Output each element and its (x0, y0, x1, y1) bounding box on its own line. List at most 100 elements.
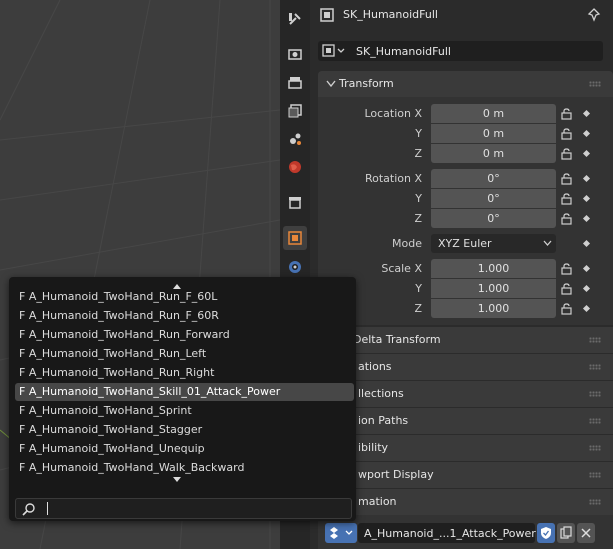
fake-user-button[interactable] (537, 523, 555, 543)
list-item[interactable]: F A_Humanoid_TwoHand_Run_Left (15, 345, 354, 363)
lock-icon[interactable] (560, 128, 574, 140)
scale-y-field[interactable]: 1.000 (431, 279, 556, 298)
duplicate-action-button[interactable] (557, 523, 575, 543)
panel-title: ations (358, 360, 392, 373)
list-item[interactable]: F A_Humanoid_TwoHand_Run_F_60R (15, 307, 354, 325)
list-item[interactable]: F A_Humanoid_TwoHand_Run_F_60L (15, 288, 354, 306)
object-type-dropdown-icon[interactable] (322, 44, 346, 58)
object-name: SK_HumanoidFull (343, 8, 438, 21)
properties-header: SK_HumanoidFull (310, 0, 613, 30)
collection-tab[interactable] (283, 190, 307, 214)
panel-viewport-display[interactable]: wport Display (318, 462, 613, 488)
panel-visibility[interactable]: ibility (318, 435, 613, 461)
list-item[interactable]: F A_Humanoid_TwoHand_Run_Right (15, 364, 354, 382)
lock-icon[interactable] (560, 263, 574, 275)
lock-icon[interactable] (560, 303, 574, 315)
drag-grip-icon[interactable] (589, 418, 601, 424)
object-tab[interactable] (283, 226, 307, 250)
lock-icon[interactable] (560, 193, 574, 205)
render-icon (288, 49, 302, 60)
location-x-label: Location X (364, 107, 422, 120)
lock-icon[interactable] (560, 173, 574, 185)
transform-panel-header[interactable]: Transform (318, 71, 613, 97)
world-icon (289, 161, 301, 173)
unlink-action-button[interactable] (577, 523, 595, 543)
drag-grip-icon[interactable] (589, 81, 601, 87)
panel-title: Delta Transform (353, 333, 441, 346)
lock-icon[interactable] (560, 213, 574, 225)
lock-icon[interactable] (560, 283, 574, 295)
search-icon (22, 503, 35, 516)
collection-icon (289, 197, 301, 209)
list-item[interactable]: F A_Humanoid_TwoHand_Run_Forward (15, 326, 354, 344)
drag-grip-icon[interactable] (589, 445, 601, 451)
action-row: A_Humanoid_...1_Attack_Power (318, 520, 603, 546)
scale-x-label: Scale X (381, 262, 422, 275)
panel-collections[interactable]: llections (318, 381, 613, 407)
panel-motion-paths[interactable]: ion Paths (318, 408, 613, 434)
drag-grip-icon[interactable] (589, 364, 601, 370)
output-icon (288, 77, 302, 89)
drag-grip-icon[interactable] (589, 337, 601, 343)
panel-relations[interactable]: ations (318, 354, 613, 380)
pin-icon[interactable] (587, 7, 601, 23)
list-item-selected[interactable]: F A_Humanoid_TwoHand_Skill_01_Attack_Pow… (15, 383, 354, 401)
scroll-down-icon[interactable] (172, 476, 182, 484)
panel-title: llections (358, 387, 404, 400)
scale-x-field[interactable]: 1.000 (431, 259, 556, 278)
panel-delta-transform[interactable]: Delta Transform (318, 327, 613, 353)
rotation-y-field[interactable]: 0° (431, 189, 556, 208)
location-x-field[interactable]: 0 m (431, 104, 556, 123)
object-icon (288, 231, 302, 245)
scene-icon (290, 133, 301, 145)
location-y-label: Y (415, 127, 422, 140)
panel-title: Transform (339, 77, 394, 90)
list-item[interactable]: F A_Humanoid_TwoHand_Walk_Backward (15, 459, 354, 477)
search-field[interactable] (15, 498, 352, 519)
text-cursor (47, 502, 48, 515)
data-block-selector[interactable]: SK_HumanoidFull (318, 41, 603, 61)
view-layer-icon (288, 104, 302, 118)
drag-grip-icon[interactable] (589, 499, 601, 505)
action-name: A_Humanoid_...1_Attack_Power (364, 527, 536, 540)
physics-tab[interactable] (283, 255, 307, 279)
mode-value: XYZ Euler (438, 237, 492, 250)
rotation-x-label: Rotation X (364, 172, 422, 185)
drag-grip-icon[interactable] (589, 472, 601, 478)
panel-title: mation (358, 495, 397, 508)
lock-icon[interactable] (560, 148, 574, 160)
drag-grip-icon[interactable] (589, 391, 601, 397)
rotation-x-field[interactable]: 0° (431, 169, 556, 188)
shield-icon (541, 527, 551, 539)
render-tab[interactable] (283, 42, 307, 66)
rotation-z-field[interactable]: 0° (431, 209, 556, 228)
lock-icon[interactable] (560, 108, 574, 120)
panel-title: ibility (358, 441, 389, 454)
world-tab[interactable] (283, 155, 307, 179)
tool-tab[interactable] (283, 7, 307, 31)
scale-z-field[interactable]: 1.000 (431, 299, 556, 318)
list-item[interactable]: F A_Humanoid_TwoHand_Stagger (15, 421, 354, 439)
chevron-down-icon (543, 240, 552, 246)
list-item[interactable]: F A_Humanoid_TwoHand_Unequip (15, 440, 354, 458)
location-z-label: Z (414, 147, 422, 160)
action-dropdown-menu: F A_Humanoid_TwoHand_Run_F_60L F A_Human… (9, 277, 356, 521)
mode-select[interactable]: XYZ Euler (431, 234, 556, 253)
view-layer-tab[interactable] (283, 99, 307, 123)
copy-icon (560, 526, 572, 539)
output-tab[interactable] (283, 71, 307, 95)
action-icon (330, 527, 353, 539)
close-icon (581, 528, 591, 538)
location-z-field[interactable]: 0 m (431, 144, 556, 163)
tool-icon (289, 13, 301, 25)
list-item[interactable]: F A_Humanoid_TwoHand_Sprint (15, 402, 354, 420)
rotation-z-label: Z (414, 212, 422, 225)
rotation-y-label: Y (415, 192, 422, 205)
location-y-field[interactable]: 0 m (431, 124, 556, 143)
object-icon (320, 8, 334, 22)
action-name-field[interactable]: A_Humanoid_...1_Attack_Power (358, 523, 536, 543)
data-block-name: SK_HumanoidFull (356, 45, 451, 58)
scene-tab[interactable] (283, 127, 307, 151)
action-browse-button[interactable] (325, 523, 357, 543)
physics-icon (289, 261, 301, 273)
